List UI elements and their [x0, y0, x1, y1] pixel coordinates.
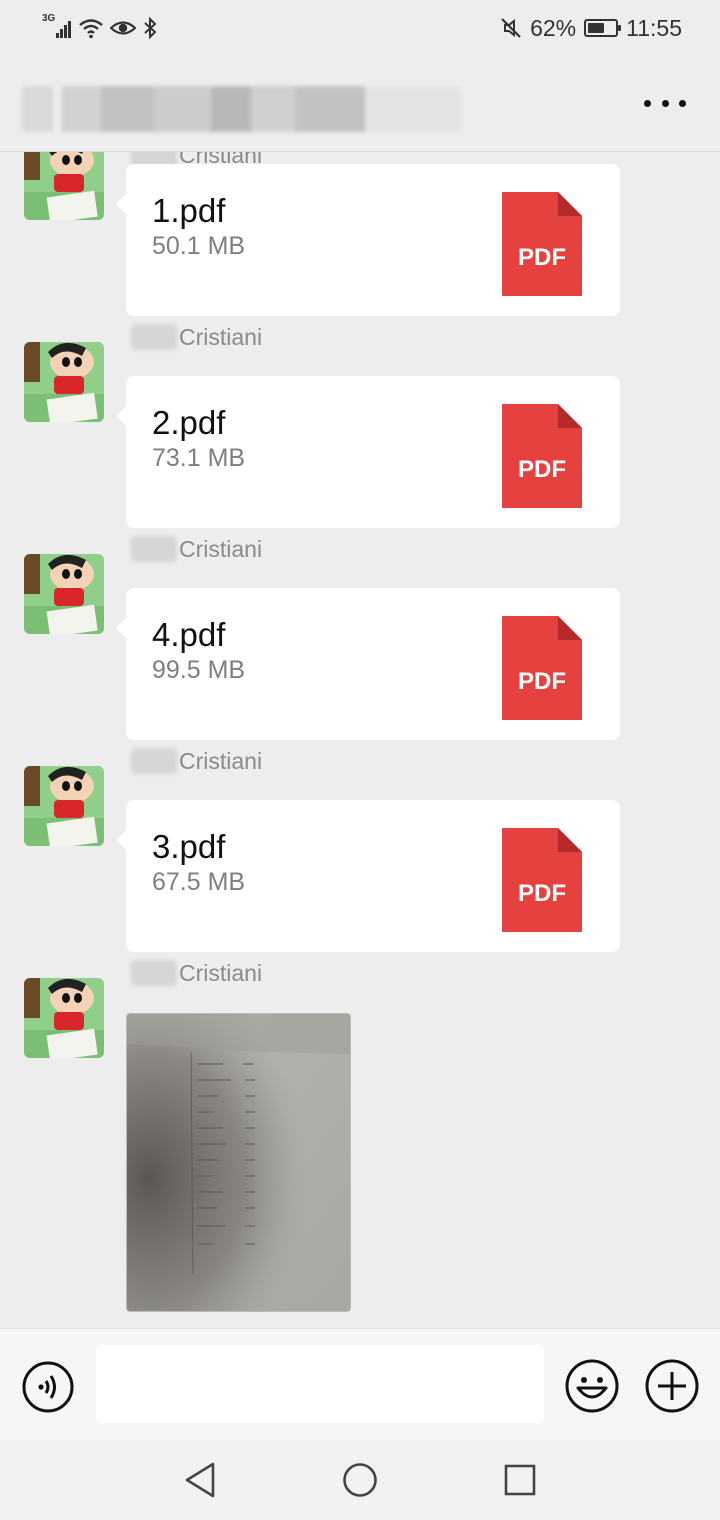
- voice-icon[interactable]: [22, 1361, 74, 1413]
- message-input[interactable]: [96, 1345, 544, 1423]
- avatar-image: [24, 766, 104, 846]
- avatar-image: [24, 554, 104, 634]
- pdf-badge-label: PDF: [518, 456, 566, 483]
- pdf-file-icon: PDF: [502, 828, 582, 932]
- photo-thumbnail: [127, 1014, 350, 1311]
- system-nav-bar: [0, 1440, 720, 1520]
- pdf-badge-label: PDF: [518, 244, 566, 271]
- file-name: 4.pdf: [152, 616, 226, 653]
- file-size: 73.1 MB: [152, 444, 246, 472]
- pdf-file-icon: PDF: [502, 404, 582, 508]
- file-message-bubble[interactable]: 3.pdf 67.5 MB PDF: [116, 800, 620, 952]
- avatar[interactable]: [24, 554, 104, 634]
- clock: 11:55: [626, 14, 682, 41]
- mute-icon: [501, 18, 521, 38]
- avatar-image: [24, 342, 104, 422]
- signal-icon: 3G: [42, 13, 72, 40]
- pdf-badge-label: PDF: [518, 880, 566, 907]
- battery-percent: 62%: [530, 14, 577, 41]
- pdf-file-icon: PDF: [502, 616, 582, 720]
- avatar-image: [24, 978, 104, 1058]
- file-message-bubble[interactable]: 2.pdf 73.1 MB PDF: [116, 376, 620, 528]
- image-message[interactable]: [126, 1013, 351, 1312]
- sender-redacted: [131, 536, 177, 562]
- back-icon[interactable]: [183, 1462, 217, 1498]
- status-bar: 3G 62% 11:55: [0, 0, 720, 56]
- message-list[interactable]: Cristiani 1.pdf 50.1 MB PDF Cristiani 2.…: [0, 152, 720, 1328]
- avatar[interactable]: [24, 152, 104, 220]
- avatar[interactable]: [24, 766, 104, 846]
- sender-name-row: Cristiani: [131, 746, 262, 776]
- file-size: 99.5 MB: [152, 656, 246, 684]
- home-icon[interactable]: [342, 1462, 378, 1498]
- avatar[interactable]: [24, 978, 104, 1058]
- file-name: 3.pdf: [152, 828, 226, 865]
- file-message-bubble[interactable]: 4.pdf 99.5 MB PDF: [116, 588, 620, 740]
- sender-redacted: [131, 960, 177, 986]
- sender-redacted: [131, 324, 177, 350]
- status-right: 62% 11:55: [500, 14, 682, 42]
- more-options-icon[interactable]: [644, 88, 686, 118]
- bluetooth-icon: [144, 17, 157, 39]
- pdf-badge-label: PDF: [518, 668, 566, 695]
- file-message-bubble[interactable]: 1.pdf 50.1 MB PDF: [116, 164, 620, 316]
- wifi-icon: [79, 19, 103, 39]
- recent-apps-icon[interactable]: [504, 1464, 536, 1496]
- battery-icon: [584, 19, 622, 37]
- file-size: 67.5 MB: [152, 868, 246, 896]
- sender-name-row: Cristiani: [131, 958, 262, 988]
- avatar-image: [24, 152, 104, 220]
- sender-name: Cristiani: [179, 323, 263, 350]
- sender-name: Cristiani: [179, 535, 263, 562]
- sender-name-row: Cristiani: [131, 322, 262, 352]
- network-type-label: 3G: [42, 13, 56, 24]
- file-name: 2.pdf: [152, 404, 226, 441]
- pdf-file-icon: PDF: [502, 192, 582, 296]
- avatar[interactable]: [24, 342, 104, 422]
- sender-redacted: [131, 748, 177, 774]
- sender-name: Cristiani: [179, 959, 263, 986]
- emoji-icon[interactable]: [565, 1359, 619, 1413]
- chat-input-bar: [0, 1328, 720, 1440]
- sender-name-row: Cristiani: [131, 534, 262, 564]
- file-size: 50.1 MB: [152, 232, 246, 260]
- status-left: 3G: [42, 13, 158, 42]
- plus-icon[interactable]: [645, 1359, 699, 1413]
- file-name: 1.pdf: [152, 192, 226, 229]
- eye-icon: [110, 21, 136, 35]
- chat-title-redacted: [22, 86, 462, 132]
- sender-name: Cristiani: [179, 747, 263, 774]
